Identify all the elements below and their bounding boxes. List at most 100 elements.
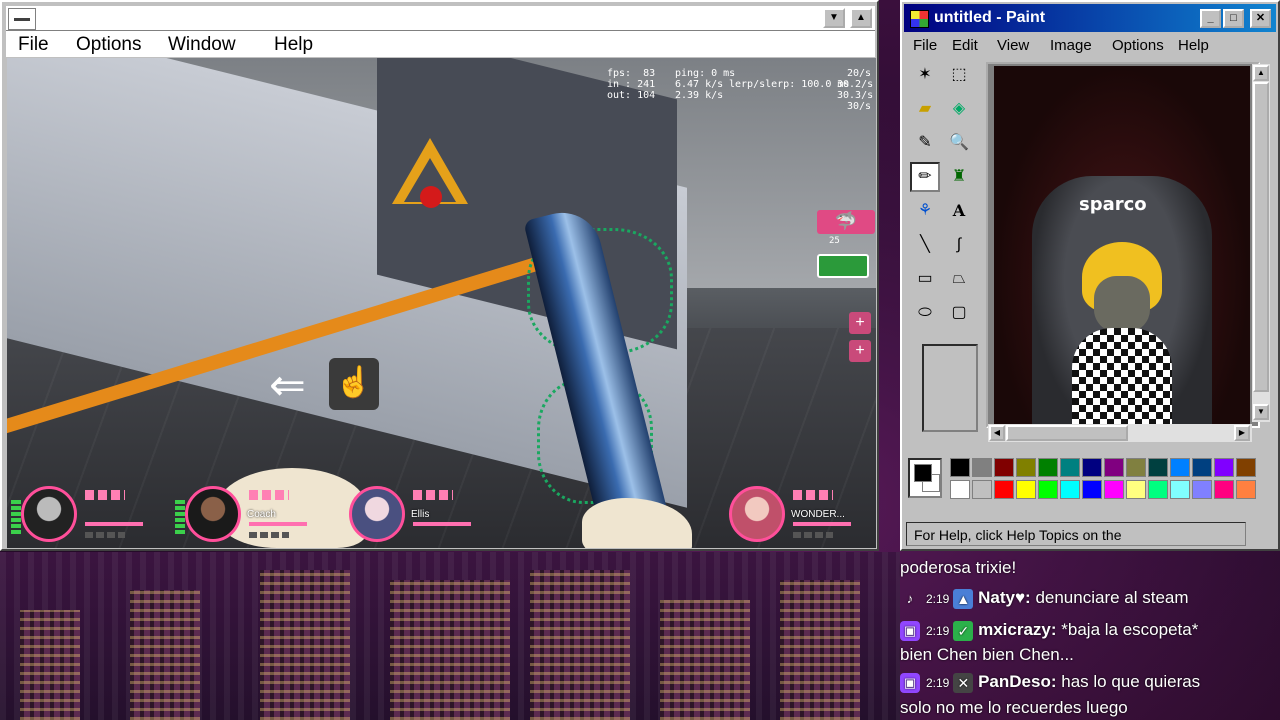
color-swatch[interactable] [972, 458, 992, 477]
paint-window: untitled - Paint _ □ ✕ File Edit View Im… [900, 0, 1280, 551]
color-swatch[interactable] [950, 458, 970, 477]
menu-image[interactable]: Image [1050, 37, 1092, 54]
neon-city-background [0, 552, 900, 720]
rounded-rectangle-icon[interactable]: ▢ [944, 298, 974, 328]
minimize-button[interactable]: _ [1200, 9, 1221, 28]
color-swatch[interactable] [1214, 458, 1234, 477]
current-colors[interactable] [908, 458, 942, 498]
color-swatch[interactable] [1038, 480, 1058, 499]
scroll-right-button[interactable]: ▶ [1234, 425, 1250, 441]
ellipse-icon[interactable]: ⬭ [910, 298, 940, 328]
polygon-icon[interactable]: ⏢ [944, 264, 974, 294]
color-swatch[interactable] [1038, 458, 1058, 477]
menu-view[interactable]: View [997, 37, 1029, 54]
color-swatch[interactable] [1192, 458, 1212, 477]
fill-icon[interactable]: ◈ [944, 94, 974, 124]
color-swatch[interactable] [1082, 458, 1102, 477]
system-menu-button[interactable] [8, 8, 36, 30]
plus-slot-icon-2: + [849, 340, 871, 362]
chat-timestamp: 2:19 [926, 592, 950, 606]
color-swatch[interactable] [994, 458, 1014, 477]
maximize-button[interactable]: □ [1223, 9, 1244, 28]
pick-color-icon[interactable]: ✎ [910, 128, 940, 158]
status-bar: For Help, click Help Topics on the [906, 522, 1246, 546]
menu-file[interactable]: File [913, 37, 937, 54]
chair-logo-text: sparco [1079, 194, 1147, 215]
user-badge-icon: ✓ [953, 620, 974, 641]
vertical-scrollbar[interactable]: ▲ ▼ [1252, 64, 1270, 422]
paint-canvas[interactable]: sparco [994, 66, 1250, 424]
color-swatch[interactable] [1170, 458, 1190, 477]
horizontal-scrollbar[interactable]: ◀ ▶ [988, 424, 1252, 442]
paint-menu-bar: File Edit View Image Options Help [904, 33, 1276, 57]
brush-icon[interactable]: ♜ [944, 162, 974, 192]
teammate-name: Ellis [411, 509, 430, 520]
tool-options-box[interactable] [922, 344, 978, 432]
pencil-icon[interactable]: ✏ [910, 162, 940, 192]
color-swatch[interactable] [1082, 480, 1102, 499]
close-button[interactable]: ✕ [1250, 9, 1271, 28]
curve-icon[interactable]: ∫ [944, 230, 974, 260]
line-icon[interactable]: ╲ [910, 230, 940, 260]
text-icon[interactable]: A [944, 196, 974, 226]
magnifier-icon[interactable]: 🔍 [944, 128, 974, 158]
chat-text: solo no me lo recuerdes luego [900, 698, 1128, 717]
teammate-panel: Coach [175, 486, 325, 544]
color-swatch[interactable] [1126, 458, 1146, 477]
color-swatch[interactable] [1060, 480, 1080, 499]
menu-edit[interactable]: Edit [952, 37, 978, 54]
scroll-down-button[interactable]: ▼ [1253, 404, 1269, 420]
chat-timestamp: 2:19 [926, 676, 950, 690]
menu-options[interactable]: Options [1112, 37, 1164, 54]
menu-help[interactable]: Help [1178, 37, 1209, 54]
menu-options[interactable]: Options [76, 34, 141, 56]
color-swatch[interactable] [1016, 458, 1036, 477]
menu-window[interactable]: Window [168, 34, 236, 56]
color-swatch[interactable] [1126, 480, 1146, 499]
scroll-up-button[interactable]: ▲ [1253, 65, 1269, 81]
chat-text: has lo que quieras [1061, 672, 1201, 691]
color-swatch[interactable] [950, 480, 970, 499]
color-swatch[interactable] [1148, 458, 1168, 477]
eraser-icon[interactable]: ▰ [910, 94, 940, 124]
health-bar [413, 522, 471, 526]
teammate-avatar [21, 486, 77, 542]
menu-file[interactable]: File [18, 34, 49, 56]
vertical-scroll-thumb[interactable] [1253, 82, 1269, 392]
color-swatch[interactable] [1214, 480, 1234, 499]
color-swatch[interactable] [972, 480, 992, 499]
color-swatch[interactable] [1170, 480, 1190, 499]
color-swatch[interactable] [994, 480, 1014, 499]
rate-readout-4: 30/s [847, 101, 872, 112]
horizontal-scroll-thumb[interactable] [1006, 425, 1128, 441]
fps-readout: fps: 83 [607, 68, 656, 79]
teammate-avatar [349, 486, 405, 542]
select-icon[interactable]: ⬚ [944, 60, 974, 90]
scroll-left-button[interactable]: ◀ [989, 425, 1005, 441]
game-viewport[interactable]: ⇐ ☝ fps: 83 in : 241 out: 104 ping: 0 ms… [7, 58, 876, 548]
color-swatch[interactable] [1148, 480, 1168, 499]
color-swatch[interactable] [1104, 458, 1124, 477]
chat-username: PanDeso: [978, 672, 1057, 691]
airbrush-icon[interactable]: ⚘ [910, 196, 940, 226]
game-window: ▼ ▲ File Options Window Help ⇐ ☝ fps: 83… [0, 0, 879, 551]
chat-username: mxicrazy: [978, 620, 1057, 639]
color-swatch[interactable] [1192, 480, 1212, 499]
color-swatch[interactable] [1104, 480, 1124, 499]
color-swatch[interactable] [1236, 480, 1256, 499]
badge-count: 25 [829, 236, 840, 246]
rectangle-icon[interactable]: ▭ [910, 264, 940, 294]
color-swatch[interactable] [1236, 458, 1256, 477]
free-form-select-icon[interactable]: ✶ [910, 60, 940, 90]
health-bar [85, 522, 143, 526]
item-slot-active [817, 254, 869, 278]
rate-readout-2: 30.2/s [837, 79, 874, 90]
color-swatch[interactable] [1016, 480, 1036, 499]
menu-help[interactable]: Help [274, 34, 313, 56]
minimize-button[interactable]: ▼ [823, 8, 845, 28]
in-rate-readout: 6.47 k/s [675, 79, 724, 90]
maximize-button[interactable]: ▲ [850, 8, 872, 28]
color-swatch[interactable] [1060, 458, 1080, 477]
slerp-readout: lerp/slerp: 100.0 ms [729, 79, 850, 90]
teammate-avatar [729, 486, 785, 542]
